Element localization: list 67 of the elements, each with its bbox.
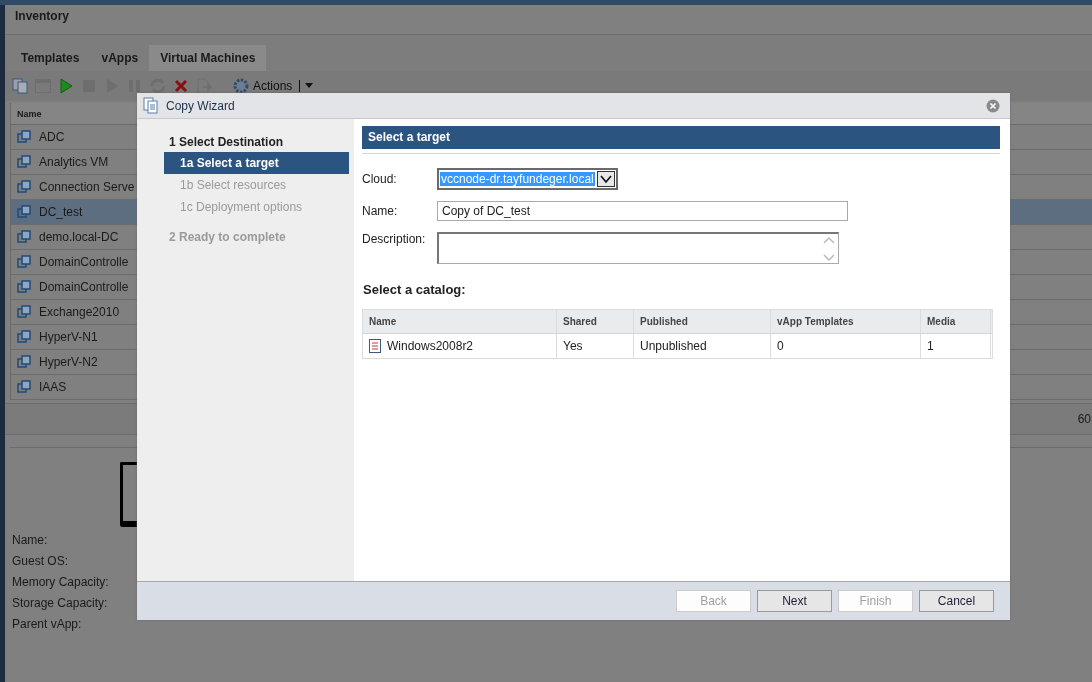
wizard-substep[interactable]: 1a Select a target (164, 152, 349, 174)
copy-icon (143, 96, 159, 115)
table-cell: HyperV-N2 (39, 355, 98, 369)
actions-button[interactable]: Actions (232, 77, 314, 95)
tab[interactable]: Virtual Machines (149, 45, 267, 71)
table-cell: IAAS (39, 380, 67, 394)
table-cell: DomainControlle (39, 280, 129, 294)
table-row[interactable]: Windows2008r2 Yes Unpublished 0 1 (363, 334, 992, 358)
table-cell: DC_test (39, 205, 83, 219)
table-cell: Yes (563, 339, 583, 353)
column-header[interactable]: Name (17, 108, 42, 119)
name-field[interactable]: Copy of DC_test (437, 201, 848, 221)
close-icon[interactable] (172, 77, 190, 95)
column-header[interactable]: Shared (557, 310, 634, 333)
column-header[interactable]: Name (363, 310, 557, 333)
column-header[interactable]: vApp Templates (771, 310, 921, 333)
table-cell: 0 (777, 339, 784, 353)
section-title: Select a catalog: (363, 282, 466, 297)
item-count: 60 (1077, 412, 1091, 426)
detail-label: Name: (11, 533, 48, 549)
close-icon[interactable] (986, 98, 1000, 113)
field-label: Description: (362, 232, 427, 246)
wizard-step: 2 Ready to complete (137, 230, 286, 247)
dropdown-icon (596, 171, 615, 187)
detail-label: Storage Capacity: (11, 596, 108, 612)
vm-icon (17, 380, 31, 394)
table-cell: Connection Serve (39, 180, 135, 194)
table-cell: Unpublished (640, 339, 707, 353)
field-label: Name: (362, 204, 399, 218)
description-field[interactable] (437, 232, 839, 264)
column-header[interactable]: Media (921, 310, 991, 333)
catalog-icon (369, 339, 381, 353)
play-icon[interactable] (57, 77, 75, 95)
settings-icon (232, 77, 250, 95)
table-cell: Exchange2010 (39, 305, 120, 319)
dialog-title: Copy Wizard (166, 98, 235, 113)
table-cell: demo.local-DC (39, 230, 119, 244)
page-header: Select a target (362, 126, 1000, 149)
vm-icon (17, 130, 31, 144)
detail-label: Guest OS: (11, 554, 69, 570)
wizard-step: 1 Select Destination (137, 135, 284, 152)
dialog-button[interactable]: Cancel (919, 590, 994, 612)
vm-icon (17, 255, 31, 269)
tab[interactable]: Templates (10, 45, 91, 71)
caret-icon (305, 83, 314, 89)
copy-icon[interactable] (11, 77, 29, 95)
table-cell: DomainControlle (39, 255, 129, 269)
column-header[interactable]: Published (634, 310, 771, 333)
vm-icon (17, 280, 31, 294)
vm-icon (17, 330, 31, 344)
detail-label: Parent vApp: (11, 617, 82, 633)
vm-icon (17, 355, 31, 369)
table-cell: ADC (39, 130, 65, 144)
scroll-arrows-icon (822, 234, 836, 264)
field-label: Cloud: (362, 172, 398, 186)
vm-icon (17, 205, 31, 219)
table-cell: HyperV-N1 (39, 330, 98, 344)
vm-icon (17, 305, 31, 319)
table-cell: 1 (927, 339, 934, 353)
vm-icon (17, 230, 31, 244)
vm-icon (17, 155, 31, 169)
detail-label: Memory Capacity: (11, 575, 109, 591)
table-cell: Windows2008r2 (387, 339, 474, 353)
dialog-button[interactable]: Next (757, 590, 832, 612)
vm-icon (17, 180, 31, 194)
tab[interactable]: vApps (90, 45, 150, 71)
table-cell: Analytics VM (39, 155, 109, 169)
